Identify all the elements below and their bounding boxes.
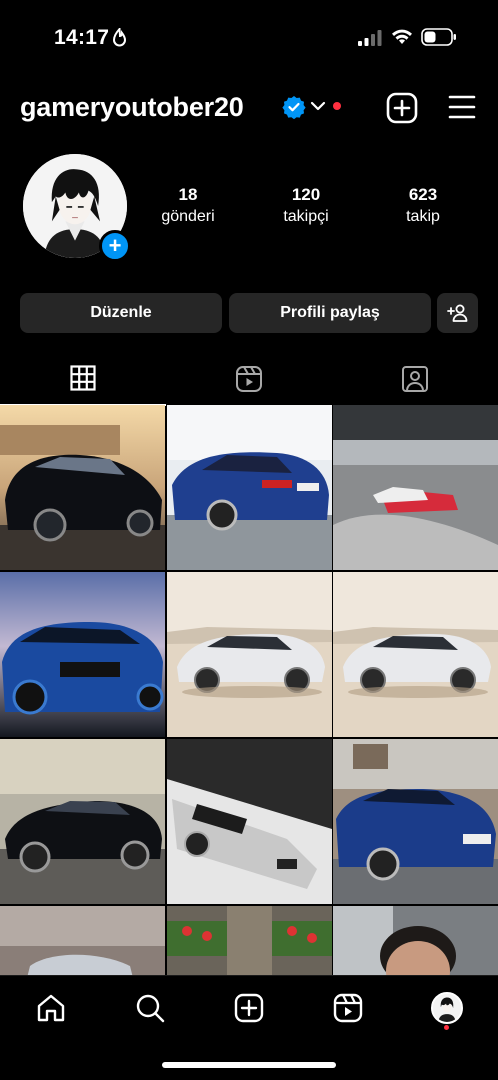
- nav-reels[interactable]: [330, 990, 366, 1026]
- username[interactable]: gameryoutober20: [20, 92, 244, 123]
- wifi-icon: [392, 29, 412, 44]
- post-thumbnail[interactable]: [167, 739, 332, 904]
- stat-followers-count: 120: [291, 185, 321, 204]
- post-thumbnail[interactable]: [0, 572, 165, 737]
- post-thumbnail[interactable]: [0, 739, 165, 904]
- profile-avatar: [431, 992, 463, 1024]
- post-thumbnail[interactable]: [333, 739, 498, 904]
- share-profile-label: Profili paylaş: [280, 304, 380, 321]
- post-thumbnail[interactable]: [167, 405, 332, 570]
- discover-people-button[interactable]: [437, 293, 478, 333]
- stat-following[interactable]: 623 takip: [373, 185, 473, 226]
- notification-dot: [333, 102, 341, 110]
- profile-tabs: [0, 352, 498, 406]
- nav-create[interactable]: [231, 990, 267, 1026]
- status-time: 14:17: [54, 26, 110, 49]
- edit-profile-label: Düzenle: [90, 304, 152, 321]
- add-story-label: +: [108, 233, 122, 258]
- home-icon: [37, 994, 65, 1022]
- tab-posts-grid[interactable]: [0, 352, 166, 406]
- posts-grid: [0, 405, 498, 975]
- stat-posts[interactable]: 18 gönderi: [138, 185, 238, 226]
- stat-followers-label: takipçi: [283, 208, 329, 225]
- post-thumbnail[interactable]: [167, 572, 332, 737]
- status-bar: 14:17: [0, 0, 498, 70]
- menu-icon[interactable]: [448, 94, 476, 120]
- nav-home[interactable]: [33, 990, 69, 1026]
- nav-profile[interactable]: [429, 990, 465, 1026]
- post-thumbnail[interactable]: [0, 405, 165, 570]
- post-thumbnail[interactable]: [333, 405, 498, 570]
- share-profile-button[interactable]: Profili paylaş: [229, 293, 431, 333]
- search-icon: [136, 994, 165, 1023]
- tab-reels[interactable]: [166, 352, 332, 406]
- signal-icon: [358, 30, 382, 46]
- add-person-icon: [446, 304, 467, 322]
- create-icon: [234, 993, 264, 1023]
- stat-posts-label: gönderi: [161, 208, 215, 225]
- profile-header: gameryoutober20: [0, 80, 498, 136]
- stat-following-count: 623: [408, 185, 438, 204]
- reels-icon: [333, 993, 363, 1023]
- post-thumbnail[interactable]: [0, 906, 165, 975]
- battery-icon: [421, 28, 456, 46]
- stat-following-label: takip: [406, 208, 440, 225]
- add-story-button[interactable]: +: [99, 230, 131, 262]
- chevron-down-icon[interactable]: [310, 100, 326, 112]
- profile-notification-dot: [444, 1025, 449, 1030]
- tagged-icon: [402, 366, 428, 392]
- post-thumbnail[interactable]: [167, 906, 332, 975]
- post-thumbnail[interactable]: [333, 906, 498, 975]
- home-indicator[interactable]: [162, 1062, 336, 1068]
- new-post-icon[interactable]: [386, 92, 418, 124]
- edit-profile-button[interactable]: Düzenle: [20, 293, 222, 333]
- nav-search[interactable]: [132, 990, 168, 1026]
- stat-posts-count: 18: [178, 185, 198, 204]
- stat-followers[interactable]: 120 takipçi: [256, 185, 356, 226]
- reels-icon: [236, 366, 262, 392]
- grid-icon: [70, 365, 96, 391]
- tab-tagged[interactable]: [332, 352, 498, 406]
- hotspot-icon: [112, 28, 127, 47]
- post-thumbnail[interactable]: [333, 572, 498, 737]
- verified-badge-icon: [282, 96, 306, 119]
